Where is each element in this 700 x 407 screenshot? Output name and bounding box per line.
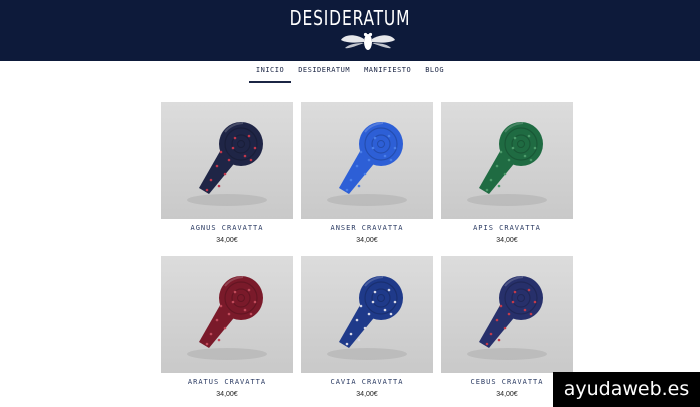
product-price: 34,00€ (356, 391, 378, 398)
product-image[interactable] (441, 256, 573, 373)
product-name[interactable]: CAVIA CRAVATTA (301, 378, 433, 386)
product-name[interactable]: AGNUS CRAVATTA (161, 224, 293, 232)
product-image[interactable] (161, 102, 293, 219)
product-price: 34,00€ (216, 391, 238, 398)
product-name[interactable]: ARATUS CRAVATTA (161, 378, 293, 386)
product-name[interactable]: APIS CRAVATTA (441, 224, 573, 232)
product-card[interactable]: AGNUS CRAVATTA 34,00€ (161, 102, 293, 252)
nav-item-blog[interactable]: BLOG (425, 66, 444, 78)
product-card[interactable]: CAVIA CRAVATTA 34,00€ (301, 256, 433, 406)
product-card[interactable]: APIS CRAVATTA 34,00€ (441, 102, 573, 252)
product-price: 34,00€ (216, 237, 238, 244)
nav-item-desideratum[interactable]: DESIDERATUM (298, 66, 350, 78)
product-image[interactable] (301, 256, 433, 373)
product-price: 34,00€ (356, 237, 378, 244)
watermark-badge: ayudaweb.es (553, 372, 700, 407)
product-image[interactable] (161, 256, 293, 373)
site-header: DESIDERATUM (0, 0, 700, 61)
product-card[interactable]: ANSER CRAVATTA 34,00€ (301, 102, 433, 252)
product-image[interactable] (301, 102, 433, 219)
nav-item-manifiesto[interactable]: MANIFIESTO (364, 66, 411, 78)
product-name[interactable]: ANSER CRAVATTA (301, 224, 433, 232)
product-card[interactable]: ARATUS CRAVATTA 34,00€ (161, 256, 293, 406)
product-image[interactable] (441, 102, 573, 219)
brand-title[interactable]: DESIDERATUM (49, 6, 651, 30)
nav-item-inicio[interactable]: INICIO (248, 66, 292, 83)
cicada-icon[interactable] (340, 31, 396, 53)
main-nav: INICIO DESIDERATUM MANIFIESTO BLOG (0, 66, 700, 83)
product-price: 34,00€ (496, 237, 518, 244)
